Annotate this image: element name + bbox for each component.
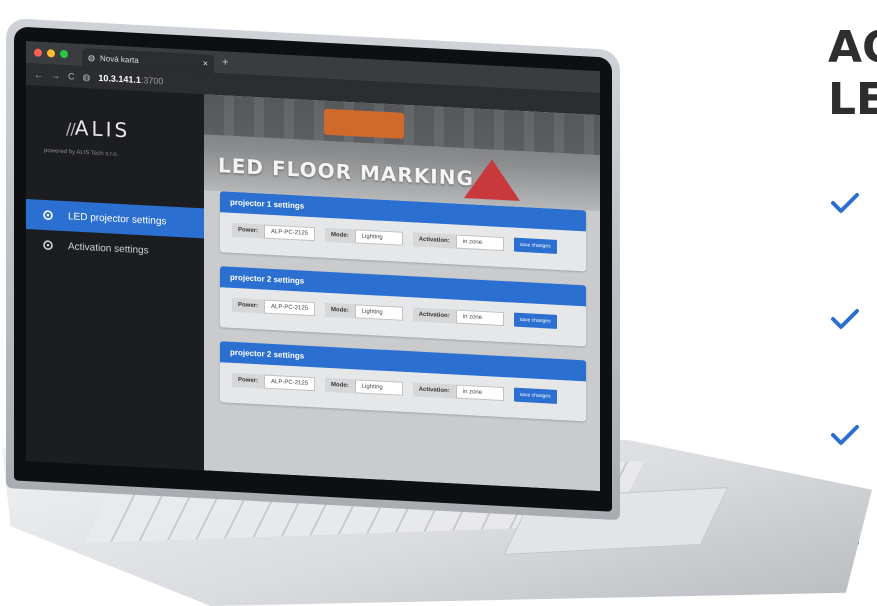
activation-label: Activation: bbox=[418, 236, 450, 245]
projector-card: projector 2 settings Power: ALP-PC-2125 M… bbox=[220, 266, 586, 347]
sidebar-nav: LED projector settings Activation settin… bbox=[26, 199, 204, 268]
activation-select[interactable]: in zone bbox=[455, 234, 504, 252]
mode-select[interactable]: Lighting bbox=[354, 379, 403, 396]
power-field: Power: ALP-PC-2125 bbox=[232, 297, 316, 317]
reload-icon[interactable]: C bbox=[68, 71, 75, 81]
power-input[interactable]: ALP-PC-2125 bbox=[264, 299, 316, 317]
mode-select[interactable]: Lighting bbox=[354, 304, 403, 321]
save-changes-button[interactable]: save changes bbox=[513, 387, 557, 404]
activation-field: Activation: in zone bbox=[412, 232, 504, 252]
check-icon bbox=[830, 192, 860, 214]
heading-line-2: LE bbox=[828, 74, 877, 125]
heading-line-1: AC bbox=[828, 22, 877, 73]
browser-window: ◍ Nová karta × + ← → C ◍ 10.3.141.1:3700… bbox=[26, 41, 600, 492]
power-label: Power: bbox=[238, 227, 259, 235]
site-info-icon[interactable]: ◍ bbox=[83, 72, 91, 83]
tab-close-icon[interactable]: × bbox=[203, 58, 208, 68]
url-port: :3700 bbox=[140, 75, 164, 87]
sidebar-item-label: LED projector settings bbox=[68, 210, 167, 227]
window-controls bbox=[34, 48, 68, 59]
gear-icon bbox=[43, 210, 53, 221]
app: //ALIS powered by ALIS Tech s.r.o. LED p… bbox=[26, 85, 600, 492]
activation-field: Activation: in zone bbox=[412, 382, 504, 402]
activation-select[interactable]: in zone bbox=[455, 384, 504, 402]
save-changes-button[interactable]: save changes bbox=[513, 237, 557, 254]
mode-label: Mode: bbox=[331, 382, 349, 389]
main-content: LED FLOOR MARKING projector 1 settings P… bbox=[204, 94, 600, 492]
check-icon bbox=[830, 424, 860, 446]
logo-text: ALIS bbox=[74, 115, 131, 143]
forklift-image bbox=[324, 108, 404, 139]
minimize-window-button[interactable] bbox=[47, 49, 55, 58]
save-changes-button[interactable]: save changes bbox=[513, 312, 557, 329]
check-icon bbox=[830, 308, 860, 330]
url-field[interactable]: 10.3.141.1:3700 bbox=[98, 73, 163, 86]
back-icon[interactable]: ← bbox=[34, 69, 43, 79]
laptop-lid: ◍ Nová karta × + ← → C ◍ 10.3.141.1:3700… bbox=[6, 18, 620, 521]
powered-by-text: powered by ALIS Tech s.r.o. bbox=[44, 147, 119, 158]
mode-select[interactable]: Lighting bbox=[354, 229, 403, 246]
power-label: Power: bbox=[238, 377, 259, 385]
power-input[interactable]: ALP-PC-2125 bbox=[264, 374, 316, 392]
power-field: Power: ALP-PC-2125 bbox=[232, 372, 316, 392]
globe-icon: ◍ bbox=[88, 52, 95, 63]
power-field: Power: ALP-PC-2125 bbox=[232, 222, 316, 242]
new-tab-button[interactable]: + bbox=[222, 56, 228, 68]
url-host: 10.3.141.1 bbox=[98, 72, 141, 86]
projector-card: projector 2 settings Power: ALP-PC-2125 M… bbox=[220, 341, 586, 422]
activation-select[interactable]: in zone bbox=[455, 309, 504, 327]
page-heading: AC LE bbox=[828, 22, 877, 126]
mode-label: Mode: bbox=[331, 307, 349, 314]
power-label: Power: bbox=[238, 302, 259, 310]
alis-logo: //ALIS bbox=[66, 115, 204, 146]
sidebar: //ALIS powered by ALIS Tech s.r.o. LED p… bbox=[26, 85, 204, 471]
screen-bezel: ◍ Nová karta × + ← → C ◍ 10.3.141.1:3700… bbox=[14, 26, 612, 512]
activation-field: Activation: in zone bbox=[412, 307, 504, 327]
mode-field: Mode: Lighting bbox=[325, 377, 403, 396]
mode-field: Mode: Lighting bbox=[325, 302, 403, 321]
logo-slashes: // bbox=[66, 119, 75, 139]
activation-label: Activation: bbox=[418, 386, 450, 395]
sidebar-item-label: Activation settings bbox=[68, 240, 149, 256]
maximize-window-button[interactable] bbox=[60, 49, 68, 59]
close-window-button[interactable] bbox=[34, 48, 42, 57]
hero-title: LED FLOOR MARKING bbox=[218, 153, 474, 191]
power-input[interactable]: ALP-PC-2125 bbox=[264, 224, 316, 242]
activation-label: Activation: bbox=[418, 311, 450, 320]
forward-icon[interactable]: → bbox=[51, 70, 60, 80]
tab-title: Nová karta bbox=[99, 53, 139, 65]
mode-field: Mode: Lighting bbox=[325, 227, 403, 246]
mode-label: Mode: bbox=[331, 232, 349, 239]
gear-icon bbox=[43, 240, 53, 251]
